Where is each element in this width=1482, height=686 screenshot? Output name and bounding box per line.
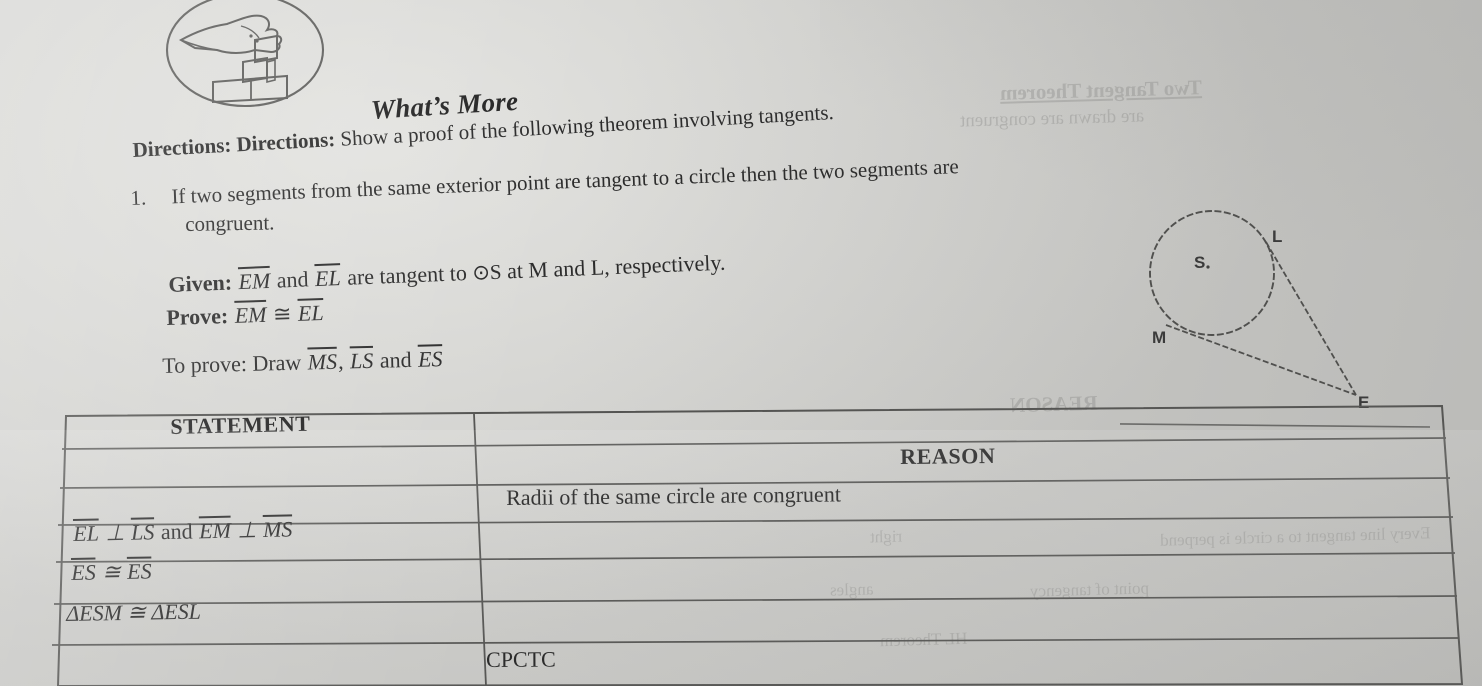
two-column-proof-table: STATEMENT REASON Radii of the same circl… (0, 392, 1482, 686)
directions-item-text-1: If two segments from the same exterior p… (170, 154, 960, 209)
stmt-seg-ls: LS (130, 519, 155, 545)
prove-label: Prove: (166, 303, 229, 330)
stmt-seg-es-1: ES (70, 559, 96, 585)
directions-label-1: Directions: (132, 132, 232, 162)
directions-item-text-2: congruent. (185, 210, 275, 236)
stmt-and: and (160, 518, 193, 545)
prove-segment-el: EL (297, 300, 325, 326)
given-statement: Given: EM and EL are tangent to ⊙S at M … (168, 250, 726, 298)
stmt-seg-ms: MS (262, 516, 293, 542)
hand-stacking-blocks-icon (155, 0, 337, 114)
to-prove-segment-ms: MS (307, 348, 338, 375)
to-prove-label: To prove: Draw (162, 349, 302, 378)
table-header-reason: REASON (900, 443, 996, 469)
stmt-perp-1: ⊥ (105, 519, 125, 546)
table-cell-statement-triangles: ΔESM ≅ ΔESL (66, 598, 202, 626)
stmt-cong-1: ≅ (101, 559, 121, 585)
directions-item-line1: 1. If two segments from the same exterio… (130, 154, 959, 211)
to-prove-segment-ls: LS (349, 347, 374, 374)
given-and: and (276, 266, 309, 293)
bleed-text-title: Two Tangent Theorem (999, 75, 1203, 105)
stmt-seg-el: EL (72, 520, 100, 546)
directions-item-line2: congruent. (185, 210, 275, 237)
to-prove-comma: , (337, 348, 344, 374)
to-prove-segment-es: ES (417, 346, 443, 372)
given-middle-text: are tangent to (346, 260, 468, 290)
given-label: Given: (168, 269, 233, 297)
given-tail-text: at M and L, respectively. (506, 249, 726, 284)
diagram-label-point-l: L (1272, 227, 1283, 246)
stmt-perp-2: ⊥ (237, 517, 257, 543)
stmt-seg-es-2: ES (126, 558, 152, 584)
circle-s-outline (1149, 210, 1275, 336)
prove-segment-em: EM (234, 301, 267, 328)
stmt-seg-em: EM (198, 517, 232, 544)
given-segment-el: EL (314, 265, 342, 292)
directions-item-number: 1. (130, 185, 147, 210)
table-header-statement: STATEMENT (170, 410, 311, 439)
table-cell-reason-radii: Radii of the same circle are congruent (506, 481, 841, 510)
table-cell-reason-cpctc: CPCTC (486, 646, 556, 672)
table-cell-statement-perpendicular: EL ⊥ LS and EM ⊥ MS (72, 516, 294, 547)
to-prove-and: and (379, 346, 412, 373)
diagram-label-point-m: M (1152, 328, 1167, 347)
diagram-label-center-s: S (1194, 253, 1206, 272)
bleed-text-subtitle: are drawn are congruent (959, 105, 1145, 132)
given-circle-s: ⊙S (471, 259, 503, 285)
prove-statement: Prove: EM ≅ EL (166, 300, 325, 331)
to-prove-statement: To prove: Draw MS, LS and ES (162, 346, 444, 379)
worksheet-page: Two Tangent Theorem are drawn are congru… (0, 0, 1482, 686)
prove-congruent-symbol: ≅ (272, 301, 292, 327)
table-cell-statement-reflexive: ES ≅ ES (70, 558, 153, 586)
given-segment-em: EM (238, 267, 271, 295)
directions-label-2: Directions: (235, 127, 336, 157)
